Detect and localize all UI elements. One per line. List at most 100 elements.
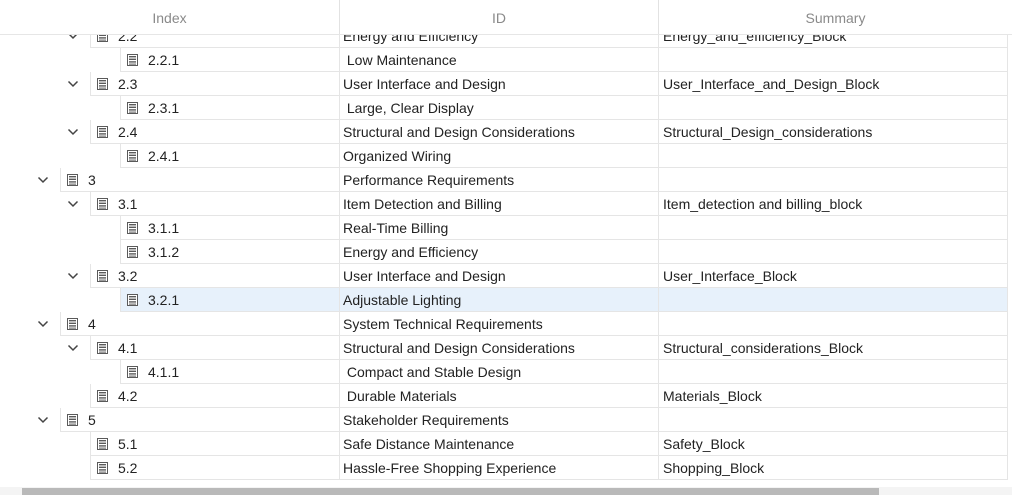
id-cell[interactable]: User Interface and Design — [340, 264, 659, 288]
summary-cell[interactable]: Structural_considerations_Block — [659, 336, 1008, 360]
index-cell[interactable]: 4 — [60, 312, 340, 336]
index-cell[interactable]: 2.2.1 — [120, 48, 340, 72]
id-cell[interactable]: Adjustable Lighting — [340, 288, 659, 312]
summary-cell[interactable] — [659, 96, 1008, 120]
document-icon — [97, 342, 108, 354]
index-cell[interactable]: 2.3.1 — [120, 96, 340, 120]
index-cell[interactable]: 4.2 — [90, 384, 340, 408]
document-icon — [67, 318, 78, 330]
index-cell[interactable]: 2.4 — [90, 120, 340, 144]
id-cell[interactable]: System Technical Requirements — [340, 312, 659, 336]
tree-row[interactable]: 3.2.1 Adjustable Lighting — [0, 288, 1012, 312]
id-cell[interactable]: Low Maintenance — [340, 48, 659, 72]
summary-cell[interactable] — [659, 216, 1008, 240]
tree-row[interactable]: 3.2 User Interface and Design User_Interfa… — [0, 264, 1012, 288]
chevron-down-icon[interactable] — [67, 264, 79, 288]
index-label: 3 — [88, 172, 96, 188]
document-icon — [67, 414, 78, 426]
chevron-down-icon[interactable] — [67, 336, 79, 360]
document-icon — [127, 246, 138, 258]
id-cell[interactable]: Stakeholder Requirements — [340, 408, 659, 432]
index-cell[interactable]: 3.1.2 — [120, 240, 340, 264]
summary-cell[interactable] — [659, 144, 1008, 168]
summary-cell[interactable]: Item_detection and billing_block — [659, 192, 1008, 216]
id-cell[interactable]: Real-Time Billing — [340, 216, 659, 240]
id-cell[interactable]: Structural and Design Considerations — [340, 336, 659, 360]
summary-cell[interactable] — [659, 408, 1008, 432]
id-cell[interactable]: Large, Clear Display — [340, 96, 659, 120]
tree-row[interactable]: 2.3 User Interface and Design User_Interfa… — [0, 72, 1012, 96]
chevron-down-icon[interactable] — [67, 192, 79, 216]
id-cell[interactable]: Hassle-Free Shopping Experience — [340, 456, 659, 480]
tree-row[interactable]: 4 System Technical Requirements — [0, 312, 1012, 336]
index-cell[interactable]: 3.2 — [90, 264, 340, 288]
id-cell[interactable]: Compact and Stable Design — [340, 360, 659, 384]
index-cell[interactable]: 5.2 — [90, 456, 340, 480]
tree-row[interactable]: 5.2 Hassle-Free Shopping Experience Shoppi… — [0, 456, 1012, 480]
chevron-down-icon[interactable] — [37, 408, 49, 432]
index-cell[interactable]: 5 — [60, 408, 340, 432]
tree-row[interactable]: 2.3.1 Large, Clear Display — [0, 96, 1012, 120]
index-cell[interactable]: 2.3 — [90, 72, 340, 96]
id-cell[interactable]: Safe Distance Maintenance — [340, 432, 659, 456]
id-cell[interactable]: Durable Materials — [340, 384, 659, 408]
id-cell[interactable]: Organized Wiring — [340, 144, 659, 168]
chevron-down-icon[interactable] — [67, 72, 79, 96]
tree-row[interactable]: 2.2.1 Low Maintenance — [0, 48, 1012, 72]
summary-cell[interactable] — [659, 168, 1008, 192]
column-header-index[interactable]: Index — [0, 0, 340, 34]
column-header-summary[interactable]: Summary — [659, 0, 1012, 34]
summary-cell[interactable]: User_Interface_Block — [659, 264, 1008, 288]
index-cell[interactable]: 3.1.1 — [120, 216, 340, 240]
tree-row[interactable]: 2.4 Structural and Design Considerations S… — [0, 120, 1012, 144]
index-label: 2.3.1 — [148, 100, 180, 116]
summary-cell[interactable]: Structural_Design_considerations — [659, 120, 1008, 144]
index-cell[interactable]: 4.1.1 — [120, 360, 340, 384]
chevron-down-icon[interactable] — [67, 120, 79, 144]
summary-cell[interactable] — [659, 312, 1008, 336]
summary-cell[interactable] — [659, 360, 1008, 384]
summary-cell[interactable]: User_Interface_and_Design_Block — [659, 72, 1008, 96]
summary-cell[interactable] — [659, 48, 1008, 72]
id-cell[interactable]: Performance Requirements — [340, 168, 659, 192]
summary-cell[interactable]: Shopping_Block — [659, 456, 1008, 480]
chevron-down-icon[interactable] — [37, 168, 49, 192]
chevron-down-icon[interactable] — [37, 312, 49, 336]
index-label: 2.4 — [118, 124, 138, 140]
tree-row[interactable]: 3.1.2 Energy and Efficiency — [0, 240, 1012, 264]
tree-row[interactable]: 3 Performance Requirements — [0, 168, 1012, 192]
summary-cell[interactable] — [659, 288, 1008, 312]
index-label: 2.3 — [118, 76, 138, 92]
tree-row[interactable]: 2.4.1 Organized Wiring — [0, 144, 1012, 168]
index-cell[interactable]: 3.1 — [90, 192, 340, 216]
id-cell[interactable]: Energy and Efficiency — [340, 240, 659, 264]
index-cell[interactable]: 5.1 — [90, 432, 340, 456]
index-label: 4.2 — [118, 388, 138, 404]
tree-row[interactable]: 4.1.1 Compact and Stable Design — [0, 360, 1012, 384]
tree-row[interactable]: 4.2 Durable Materials Materials_Block — [0, 384, 1012, 408]
document-icon — [97, 126, 108, 138]
document-icon — [97, 438, 108, 450]
tree-row[interactable]: 5.1 Safe Distance Maintenance Safety_Block — [0, 432, 1012, 456]
summary-cell[interactable] — [659, 240, 1008, 264]
index-label: 3.1.2 — [148, 244, 180, 260]
summary-cell[interactable]: Safety_Block — [659, 432, 1008, 456]
id-cell[interactable]: User Interface and Design — [340, 72, 659, 96]
index-label: 4 — [88, 316, 96, 332]
index-label: 3.2 — [118, 268, 138, 284]
index-cell[interactable]: 3.2.1 — [120, 288, 340, 312]
tree-row[interactable]: 3.1.1 Real-Time Billing — [0, 216, 1012, 240]
tree-row[interactable]: 5 Stakeholder Requirements — [0, 408, 1012, 432]
index-cell[interactable]: 4.1 — [90, 336, 340, 360]
tree-row[interactable]: 4.1 Structural and Design Considerations S… — [0, 336, 1012, 360]
column-header-id[interactable]: ID — [340, 0, 659, 34]
tree-row[interactable]: 3.1 Item Detection and Billing Item_detect… — [0, 192, 1012, 216]
index-label: 3.2.1 — [148, 292, 180, 308]
index-cell[interactable]: 2.4.1 — [120, 144, 340, 168]
summary-cell[interactable]: Materials_Block — [659, 384, 1008, 408]
index-cell[interactable]: 3 — [60, 168, 340, 192]
id-cell[interactable]: Structural and Design Considerations — [340, 120, 659, 144]
horizontal-scrollbar-thumb[interactable] — [22, 488, 879, 495]
id-cell[interactable]: Item Detection and Billing — [340, 192, 659, 216]
document-icon — [127, 102, 138, 114]
